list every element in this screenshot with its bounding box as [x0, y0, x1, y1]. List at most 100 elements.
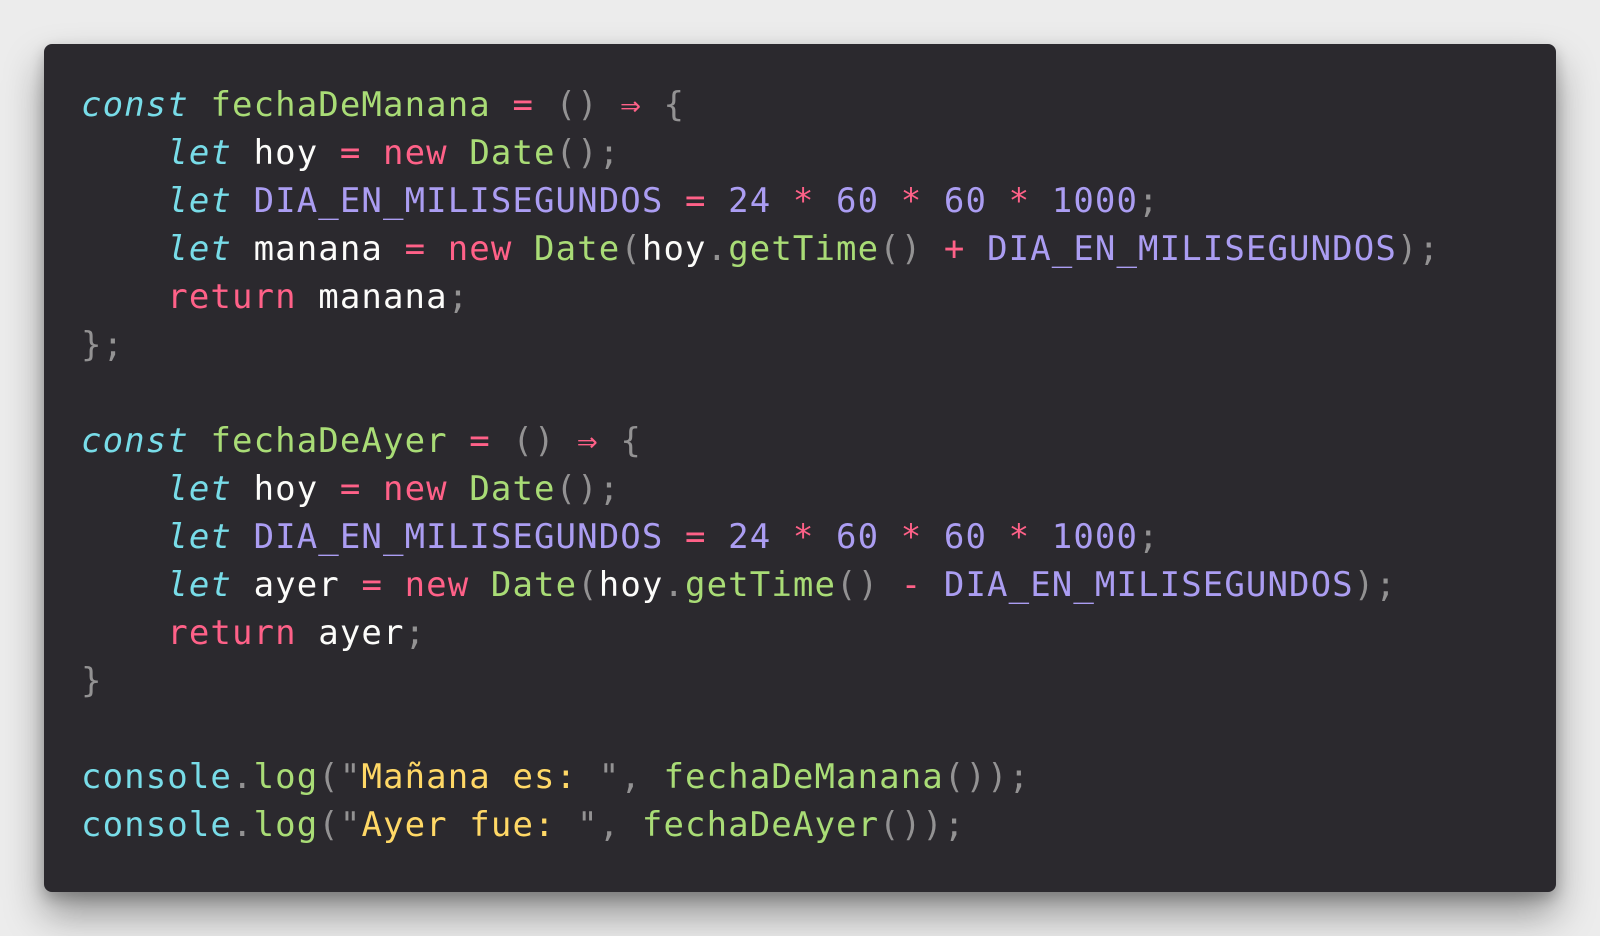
code-token: "	[577, 805, 599, 845]
code-token: 60	[836, 181, 880, 221]
code-token: let	[167, 469, 232, 509]
code-token: 60	[943, 181, 988, 221]
code-token: fechaDeAyer	[210, 421, 448, 461]
code-token: ()	[836, 565, 880, 605]
code-token: new	[404, 565, 470, 605]
code-token: "	[598, 757, 621, 797]
code-token: *	[792, 517, 815, 557]
code-token: Mañana es:	[361, 757, 599, 797]
code-token: ());	[943, 757, 1031, 797]
code-line: console.log("Mañana es: ", fechaDeManana…	[81, 753, 1440, 801]
code-token: fechaDeManana	[210, 85, 491, 125]
code-token: (	[318, 757, 340, 797]
code-token: return	[167, 613, 297, 653]
code-token: =	[469, 421, 491, 461]
code-line: }	[81, 657, 1440, 705]
code-line: let DIA_EN_MILISEGUNDOS = 24 * 60 * 60 *…	[81, 177, 1440, 225]
code-token: .	[663, 565, 686, 605]
code-token: =	[684, 517, 707, 557]
code-token: "	[339, 805, 362, 845]
code-line: const fechaDeAyer = () ⇒ {	[81, 417, 1440, 465]
code-token: };	[81, 325, 125, 365]
code-token: hoy	[598, 565, 664, 605]
code-token: const	[81, 85, 189, 125]
code-token: ,	[620, 757, 642, 797]
code-token: *	[1008, 181, 1031, 221]
code-token: ();	[555, 469, 621, 509]
code-token: }	[81, 661, 103, 701]
code-token: DIA_EN_MILISEGUNDOS	[253, 517, 664, 557]
code-token: hoy	[253, 133, 319, 173]
code-token: 1000	[1051, 181, 1139, 221]
code-line: };	[81, 321, 1440, 369]
code-token: (	[577, 565, 599, 605]
code-token: =	[512, 85, 535, 125]
code-line: return ayer;	[81, 609, 1440, 657]
code-token: ()	[555, 85, 599, 125]
code-token: *	[900, 181, 923, 221]
code-token: ;	[447, 277, 470, 317]
code-token: getTime	[728, 229, 880, 269]
code-token: Date	[534, 229, 621, 269]
code-token: -	[900, 565, 923, 605]
code-token: ;	[1138, 517, 1160, 557]
code-token: 24	[728, 517, 772, 557]
code-token: .	[232, 805, 254, 845]
code-token: (	[318, 805, 340, 845]
code-token: return	[167, 277, 297, 317]
code-token: 1000	[1051, 517, 1139, 557]
code-token: );	[1396, 229, 1441, 269]
code-token: ⇒	[620, 85, 642, 125]
code-token: console	[81, 757, 232, 797]
code-token: ,	[598, 805, 621, 845]
code-token: let	[167, 133, 232, 173]
code-line: let hoy = new Date();	[81, 465, 1440, 513]
code-token: let	[167, 229, 232, 269]
code-token: log	[253, 757, 319, 797]
code-line: let ayer = new Date(hoy.getTime() - DIA_…	[81, 561, 1440, 609]
code-token: fechaDeManana	[663, 757, 944, 797]
code-token: hoy	[253, 469, 319, 509]
code-token: *	[792, 181, 815, 221]
code-token: DIA_EN_MILISEGUNDOS	[987, 229, 1397, 269]
code-token: ());	[879, 805, 966, 845]
code-token: fechaDeAyer	[641, 805, 880, 845]
code-token: ayer	[253, 565, 340, 605]
code-token: getTime	[685, 565, 837, 605]
code-token: "	[339, 757, 362, 797]
code-token: ;	[404, 613, 427, 653]
code-token: 60	[836, 517, 880, 557]
code-token: =	[339, 469, 362, 509]
